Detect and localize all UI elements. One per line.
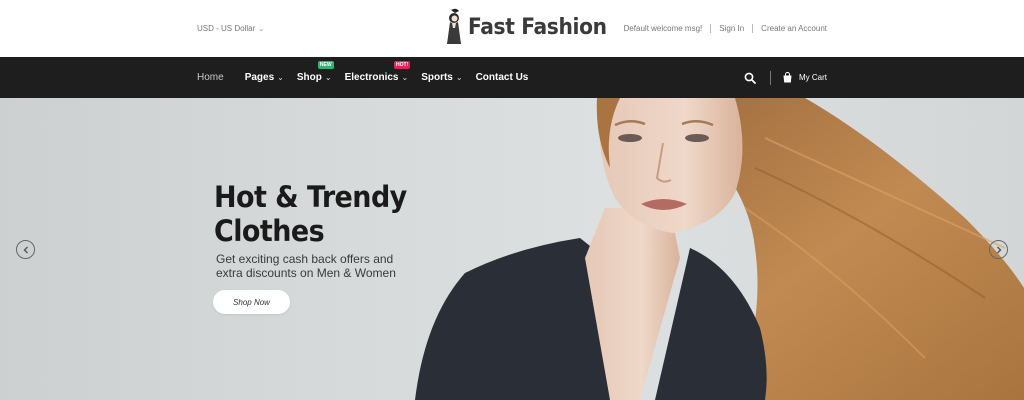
cart-button[interactable]: My Cart — [782, 72, 827, 83]
hero-title-line-1: Hot & Trendy — [214, 180, 407, 214]
nav-item-shop[interactable]: Shop ⌄ NEW — [296, 61, 334, 83]
nav-item-electronics[interactable]: Electronics ⌄ HOT! — [344, 61, 411, 83]
nav-item-label: Shop — [296, 72, 322, 83]
nav-item-contact-us[interactable]: Contact Us — [476, 72, 529, 83]
nav-item-label: Home — [197, 72, 224, 83]
divider — [710, 24, 712, 33]
currency-selector[interactable]: USD - US Dollar ⌄ — [197, 24, 264, 33]
main-menu: Home Pages ⌄ Shop ⌄ NEW Electronics ⌄ HO… — [197, 57, 541, 98]
chevron-right-icon — [996, 246, 1001, 253]
logo-woman-icon — [447, 8, 461, 44]
search-icon[interactable] — [744, 72, 756, 84]
cart-icon — [783, 72, 792, 83]
logo[interactable]: Fast Fashion — [442, 8, 619, 46]
top-bar: USD - US Dollar ⌄ Fast Fashion Default w… — [0, 0, 1024, 57]
chevron-down-icon: ⌄ — [324, 73, 332, 82]
divider — [752, 24, 754, 33]
chevron-down-icon: ⌄ — [455, 73, 463, 82]
top-links: Default welcome msg! Sign In Create an A… — [624, 24, 827, 33]
sign-in-link[interactable]: Sign In — [719, 24, 744, 33]
nav-item-label: Sports — [421, 72, 453, 83]
hero-banner: Hot & Trendy Clothes Get exciting cash b… — [0, 98, 1024, 400]
logo-text: Fast Fashion — [468, 14, 607, 40]
slider-prev-button[interactable] — [16, 240, 35, 259]
nav-item-label: Contact Us — [475, 72, 529, 83]
chevron-down-icon: ⌄ — [401, 73, 409, 82]
nav-item-pages[interactable]: Pages ⌄ — [245, 72, 284, 83]
new-badge: NEW — [317, 61, 334, 69]
nav-item-label: Pages — [244, 72, 275, 83]
nav-item-sports[interactable]: Sports ⌄ — [421, 72, 462, 83]
hero-title-line-2: Clothes — [214, 214, 325, 248]
nav-item-home[interactable]: Home — [197, 72, 224, 83]
main-nav-bar: Home Pages ⌄ Shop ⌄ NEW Electronics ⌄ HO… — [0, 57, 1024, 98]
welcome-message: Default welcome msg! — [623, 24, 703, 33]
nav-item-label: Electronics — [344, 72, 399, 83]
cart-label: My Cart — [799, 73, 827, 82]
nav-actions: My Cart — [744, 57, 827, 98]
hero-subtitle: Get exciting cash back offers and extra … — [216, 252, 396, 280]
divider — [770, 70, 771, 85]
shop-now-button[interactable]: Shop Now — [213, 290, 290, 314]
chevron-left-icon — [23, 246, 28, 253]
create-account-link[interactable]: Create an Account — [761, 24, 827, 33]
currency-label: USD - US Dollar — [197, 24, 256, 33]
chevron-down-icon: ⌄ — [277, 73, 284, 82]
chevron-down-icon: ⌄ — [258, 25, 265, 33]
hero-model-image — [415, 98, 1024, 400]
slider-next-button[interactable] — [989, 240, 1008, 259]
hot-badge: HOT! — [393, 61, 411, 69]
hero-title: Hot & Trendy Clothes — [214, 180, 407, 248]
